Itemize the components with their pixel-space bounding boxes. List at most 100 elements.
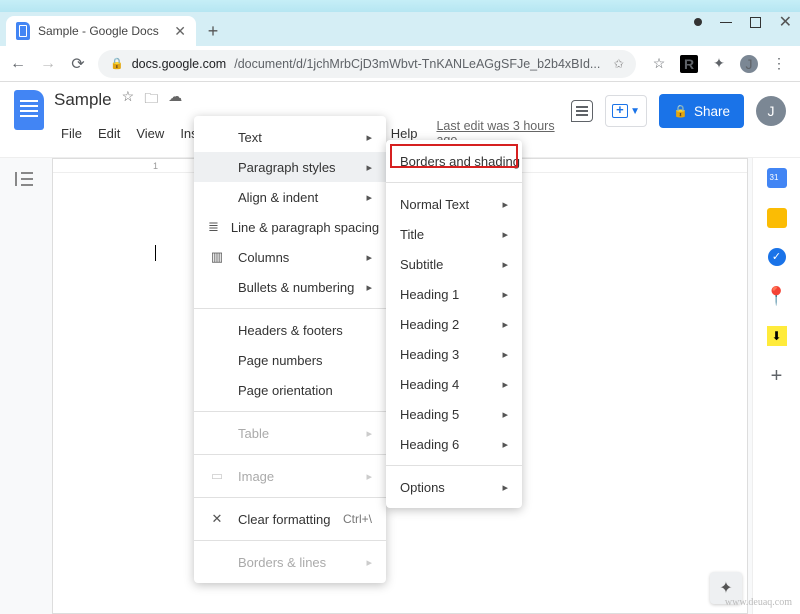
menu-item-align-indent[interactable]: Align & indent ▸ [194, 182, 386, 212]
lock-icon: 🔒 [110, 57, 124, 70]
browser-menu-icon[interactable]: ⋮ [770, 55, 788, 73]
menu-separator [194, 540, 386, 541]
address-bar[interactable]: 🔒 docs.google.com /document/d/1jchMrbCjD… [98, 50, 636, 78]
menu-item-heading-5[interactable]: Heading 5 ▸ [386, 399, 522, 429]
new-tab-button[interactable]: + [200, 18, 226, 44]
download-addon-icon[interactable]: ⬇ [767, 326, 787, 346]
submenu-arrow-icon: ▸ [366, 470, 372, 483]
menu-file[interactable]: File [54, 123, 89, 144]
watermark-text: www.deuaq.com [725, 597, 792, 608]
menu-item-table: Table ▸ [194, 418, 386, 448]
maps-icon[interactable]: 📍 [767, 286, 787, 306]
add-sidepanel-icon[interactable]: + [767, 366, 787, 386]
maximize-icon[interactable] [750, 17, 761, 28]
share-button[interactable]: 🔒 Share [659, 94, 744, 128]
cloud-status-icon[interactable]: ☁ [168, 88, 182, 112]
submenu-arrow-icon: ▸ [366, 191, 372, 204]
close-window-icon[interactable]: ✕ [779, 12, 792, 32]
account-avatar[interactable]: J [756, 96, 786, 126]
address-bar-row: ← → ⟳ 🔒 docs.google.com /document/d/1jch… [0, 46, 800, 82]
document-outline-icon[interactable] [15, 172, 33, 186]
menu-item-subtitle[interactable]: Subtitle ▸ [386, 249, 522, 279]
nav-reload-icon[interactable]: ⟳ [68, 54, 88, 74]
columns-icon: ▥ [208, 249, 226, 265]
comment-history-icon[interactable] [571, 100, 593, 122]
submenu-arrow-icon: ▸ [502, 438, 508, 451]
paragraph-styles-submenu: Borders and shading Normal Text ▸ Title … [386, 140, 522, 508]
menu-separator [386, 182, 522, 183]
present-button[interactable]: ▼ [605, 95, 647, 127]
submenu-arrow-icon: ▸ [366, 281, 372, 294]
submenu-arrow-icon: ▸ [366, 161, 372, 174]
menu-item-columns[interactable]: ▥ Columns ▸ [194, 242, 386, 272]
submenu-arrow-icon: ▸ [366, 251, 372, 264]
nav-forward-icon[interactable]: → [38, 55, 58, 73]
menu-item-normal-text[interactable]: Normal Text ▸ [386, 189, 522, 219]
window-controls: ✕ [694, 12, 792, 32]
nav-back-icon[interactable]: ← [8, 55, 28, 73]
menu-item-heading-4[interactable]: Heading 4 ▸ [386, 369, 522, 399]
menu-item-borders-lines: Borders & lines ▸ [194, 547, 386, 577]
submenu-arrow-icon: ▸ [502, 228, 508, 241]
menu-item-headers-footers[interactable]: Headers & footers [194, 315, 386, 345]
menu-edit[interactable]: Edit [91, 123, 127, 144]
browser-avatar[interactable]: J [740, 55, 758, 73]
extension-r-icon[interactable]: R [680, 55, 698, 73]
left-rail [0, 158, 48, 614]
submenu-arrow-icon: ▸ [366, 131, 372, 144]
menu-item-heading-3[interactable]: Heading 3 ▸ [386, 339, 522, 369]
image-icon: ▭ [208, 468, 226, 484]
menu-item-bullets[interactable]: Bullets & numbering ▸ [194, 272, 386, 302]
submenu-arrow-icon: ▸ [366, 427, 372, 440]
docs-logo-icon[interactable] [14, 90, 44, 130]
shortcut-label: Ctrl+\ [343, 512, 372, 526]
menu-item-title[interactable]: Title ▸ [386, 219, 522, 249]
share-lock-icon: 🔒 [673, 104, 688, 118]
format-menu-dropdown: Text ▸ Paragraph styles ▸ Align & indent… [194, 116, 386, 583]
menu-item-paragraph-styles[interactable]: Paragraph styles ▸ [194, 152, 386, 182]
text-cursor [155, 245, 156, 261]
submenu-arrow-icon: ▸ [502, 481, 508, 494]
share-label: Share [694, 104, 730, 119]
ruler-mark: 1 [153, 161, 158, 171]
share-url-icon[interactable]: ✩ [614, 56, 624, 71]
submenu-arrow-icon: ▸ [502, 378, 508, 391]
menu-item-options[interactable]: Options ▸ [386, 472, 522, 502]
menu-item-heading-6[interactable]: Heading 6 ▸ [386, 429, 522, 459]
tab-title: Sample - Google Docs [38, 24, 159, 38]
tasks-icon[interactable]: ✓ [768, 248, 786, 266]
document-title[interactable]: Sample [54, 90, 112, 110]
menu-separator [194, 411, 386, 412]
present-plus-icon [612, 104, 628, 118]
menu-separator [194, 308, 386, 309]
submenu-arrow-icon: ▸ [502, 198, 508, 211]
menu-item-line-spacing[interactable]: ≣ Line & paragraph spacing ▸ [194, 212, 386, 242]
submenu-arrow-icon: ▸ [502, 258, 508, 271]
bookmark-icon[interactable]: ☆ [650, 55, 668, 73]
menu-item-text[interactable]: Text ▸ [194, 122, 386, 152]
submenu-arrow-icon: ▸ [366, 556, 372, 569]
submenu-arrow-icon: ▸ [502, 318, 508, 331]
docs-favicon-icon [16, 22, 30, 40]
star-icon[interactable]: ☆ [122, 88, 135, 112]
menu-item-image: ▭ Image ▸ [194, 461, 386, 491]
url-path: /document/d/1jchMrbCjD3mWbvt-TnKANLeAGgS… [234, 57, 600, 71]
extensions-puzzle-icon[interactable]: ✦ [710, 55, 728, 73]
menu-item-heading-1[interactable]: Heading 1 ▸ [386, 279, 522, 309]
calendar-icon[interactable] [767, 168, 787, 188]
keep-icon[interactable] [767, 208, 787, 228]
menu-item-page-numbers[interactable]: Page numbers [194, 345, 386, 375]
tab-strip: Sample - Google Docs ✕ + [0, 12, 800, 46]
menu-item-heading-2[interactable]: Heading 2 ▸ [386, 309, 522, 339]
url-host: docs.google.com [132, 57, 227, 71]
tab-close-icon[interactable]: ✕ [174, 23, 186, 40]
minimize-icon[interactable] [720, 22, 732, 23]
menu-item-clear-formatting[interactable]: ✕ Clear formatting Ctrl+\ [194, 504, 386, 534]
menu-item-page-orientation[interactable]: Page orientation [194, 375, 386, 405]
menu-separator [386, 465, 522, 466]
recording-indicator-icon [694, 18, 702, 26]
menu-view[interactable]: View [129, 123, 171, 144]
menu-item-borders-shading[interactable]: Borders and shading [386, 146, 522, 176]
browser-tab[interactable]: Sample - Google Docs ✕ [6, 16, 196, 46]
move-icon[interactable]: 🗀 [144, 88, 158, 112]
